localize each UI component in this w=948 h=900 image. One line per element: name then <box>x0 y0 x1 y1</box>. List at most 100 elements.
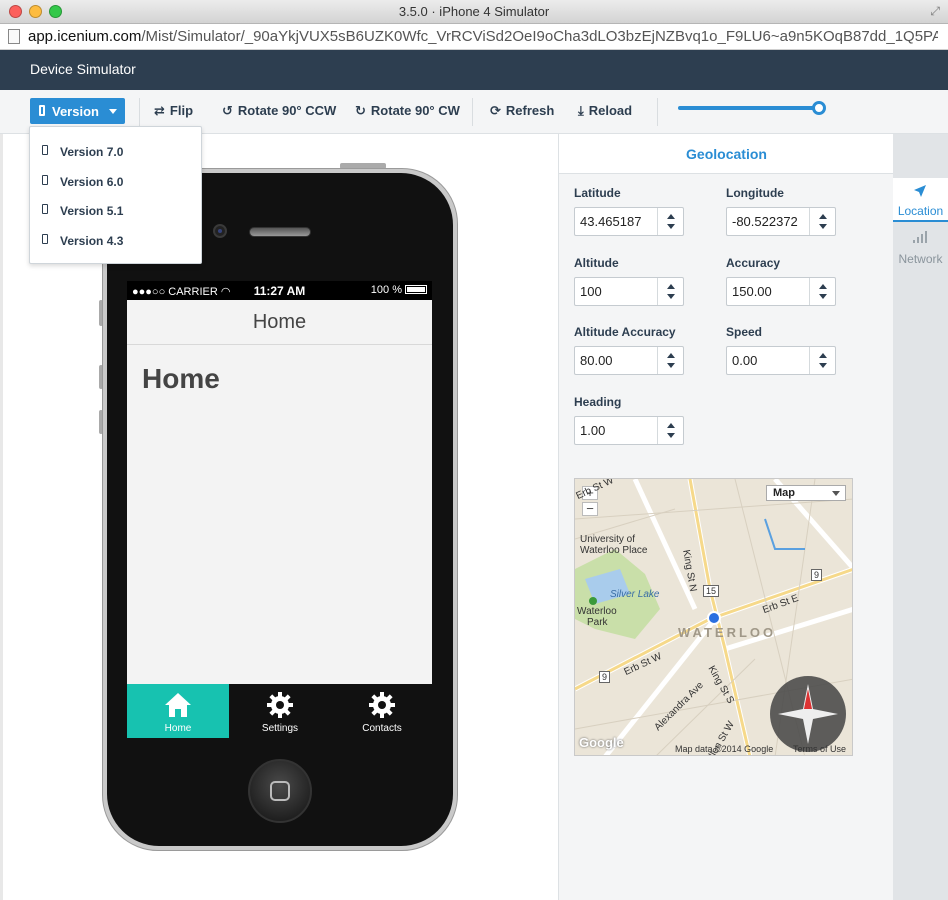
arrow-up-icon[interactable] <box>667 353 675 358</box>
menu-item-label: Version 6.0 <box>60 175 124 189</box>
arrow-up-icon[interactable] <box>667 423 675 428</box>
map-zoom-out-button[interactable]: − <box>582 502 598 516</box>
reload-label: Reload <box>588 103 633 118</box>
arrow-up-icon[interactable] <box>819 353 827 358</box>
altitude-field[interactable] <box>574 277 684 306</box>
speed-label: Speed <box>726 325 763 339</box>
menu-item-version-7[interactable]: Version 7.0 <box>30 136 203 166</box>
latitude-stepper[interactable] <box>657 208 683 235</box>
home-button[interactable] <box>248 759 312 823</box>
version-label: Version <box>52 104 99 119</box>
speed-field[interactable] <box>726 346 836 375</box>
zoom-slider[interactable] <box>678 101 826 115</box>
latitude-field[interactable] <box>574 207 684 236</box>
location-arrow-icon <box>914 185 926 197</box>
arrow-down-icon[interactable] <box>819 294 827 299</box>
accuracy-field[interactable] <box>726 277 836 306</box>
map-terms-link[interactable]: Terms of Use <box>793 744 846 754</box>
version-button[interactable]: Version <box>30 98 125 124</box>
longitude-field[interactable] <box>726 207 836 236</box>
accuracy-input[interactable] <box>727 278 809 305</box>
menu-item-version-6[interactable]: Version 6.0 <box>30 166 203 196</box>
tab-settings[interactable]: Settings <box>229 684 331 738</box>
arrow-down-icon[interactable] <box>667 363 675 368</box>
altitude-accuracy-input[interactable] <box>575 347 657 374</box>
map-label: Silver Lake <box>610 589 660 600</box>
flip-label: Flip <box>169 103 194 118</box>
tab-contacts[interactable]: Contacts <box>331 684 433 738</box>
arrow-up-icon[interactable] <box>819 214 827 219</box>
location-map[interactable]: + − Map University of Waterloo Place Sil… <box>574 478 853 756</box>
map-tiles[interactable] <box>575 479 853 756</box>
accuracy-stepper[interactable] <box>809 278 835 305</box>
address-bar[interactable]: app.icenium.com/Mist/Simulator/_90aYkjVU… <box>0 24 948 50</box>
tab-home[interactable]: Home <box>127 684 229 738</box>
arrow-down-icon[interactable] <box>819 224 827 229</box>
tab-location[interactable]: Location <box>893 178 948 222</box>
fullscreen-icon[interactable]: ⤢ <box>930 4 940 19</box>
rotate-ccw-button[interactable]: ↺ Rotate 90° CCW <box>222 103 336 119</box>
tab-label: Home <box>164 723 192 734</box>
longitude-input[interactable] <box>727 208 809 235</box>
phone-icon <box>42 175 48 185</box>
version-dropdown-menu: Version 7.0 Version 6.0 Version 5.1 Vers… <box>29 126 202 264</box>
rotate-ccw-label: Rotate 90° CCW <box>237 103 337 118</box>
latitude-label: Latitude <box>574 186 621 200</box>
arrow-up-icon[interactable] <box>667 214 675 219</box>
heading-stepper[interactable] <box>657 417 683 444</box>
tab-network[interactable]: Network <box>893 226 948 270</box>
zoom-slider-handle[interactable] <box>812 101 826 115</box>
chevron-down-icon <box>832 491 840 496</box>
gear-icon <box>369 692 395 718</box>
speed-stepper[interactable] <box>809 347 835 374</box>
reload-button[interactable]: ⤓ Reload <box>578 103 632 119</box>
altitude-input[interactable] <box>575 278 657 305</box>
longitude-stepper[interactable] <box>809 208 835 235</box>
location-pin-icon <box>707 611 721 625</box>
rotate-cw-button[interactable]: ↻ Rotate 90° CW <box>355 103 460 119</box>
refresh-button[interactable]: ⟳ Refresh <box>490 103 554 119</box>
heading-label: Heading <box>574 395 622 409</box>
map-type-value: Map <box>773 487 795 499</box>
arrow-down-icon[interactable] <box>819 363 827 368</box>
ios-status-bar: ●●●○○ CARRIER ◠ 11:27 AM 100 % <box>127 281 432 300</box>
app-tab-bar: Home Settings Contacts <box>127 684 432 738</box>
arrow-down-icon[interactable] <box>667 433 675 438</box>
map-copyright: Map data ©2014 Google <box>675 744 774 754</box>
toolbar-divider <box>472 98 473 126</box>
menu-item-version-4[interactable]: Version 4.3 <box>30 225 203 255</box>
rotate-right-icon: ↻ <box>355 103 366 118</box>
arrow-down-icon[interactable] <box>667 294 675 299</box>
map-type-select[interactable]: Map <box>766 485 846 501</box>
heading-input[interactable] <box>575 417 657 444</box>
battery-icon <box>405 285 427 294</box>
altitude-accuracy-stepper[interactable] <box>657 347 683 374</box>
longitude-label: Longitude <box>726 186 784 200</box>
map-label: Waterloo Place <box>580 545 648 556</box>
menu-item-label: Version 5.1 <box>60 204 124 218</box>
speed-input[interactable] <box>727 347 809 374</box>
window-title: 3.5.0 · iPhone 4 Simulator <box>398 4 550 19</box>
arrow-down-icon[interactable] <box>667 224 675 229</box>
home-icon <box>165 693 191 717</box>
map-label: WATERLOO <box>678 625 777 640</box>
latitude-input[interactable] <box>575 208 657 235</box>
flip-button[interactable]: ⇄ Flip <box>154 103 193 119</box>
rotate-left-icon: ↺ <box>222 103 233 118</box>
left-scrollbar[interactable] <box>0 134 3 900</box>
altitude-stepper[interactable] <box>657 278 683 305</box>
menu-item-version-5[interactable]: Version 5.1 <box>30 195 203 225</box>
arrow-up-icon[interactable] <box>819 284 827 289</box>
route-shield: 15 <box>703 585 720 597</box>
panel-title: Geolocation <box>559 134 894 174</box>
tab-label: Settings <box>261 723 299 734</box>
url-text[interactable]: app.icenium.com/Mist/Simulator/_90aYkjVU… <box>28 28 938 45</box>
route-shield: 9 <box>811 569 823 581</box>
arrow-up-icon[interactable] <box>667 284 675 289</box>
map-label: University of <box>580 534 636 545</box>
page-heading: Home <box>142 363 220 394</box>
heading-field[interactable] <box>574 416 684 445</box>
map-label: Park <box>587 617 608 628</box>
altitude-accuracy-field[interactable] <box>574 346 684 375</box>
toolbar-divider <box>139 98 140 126</box>
